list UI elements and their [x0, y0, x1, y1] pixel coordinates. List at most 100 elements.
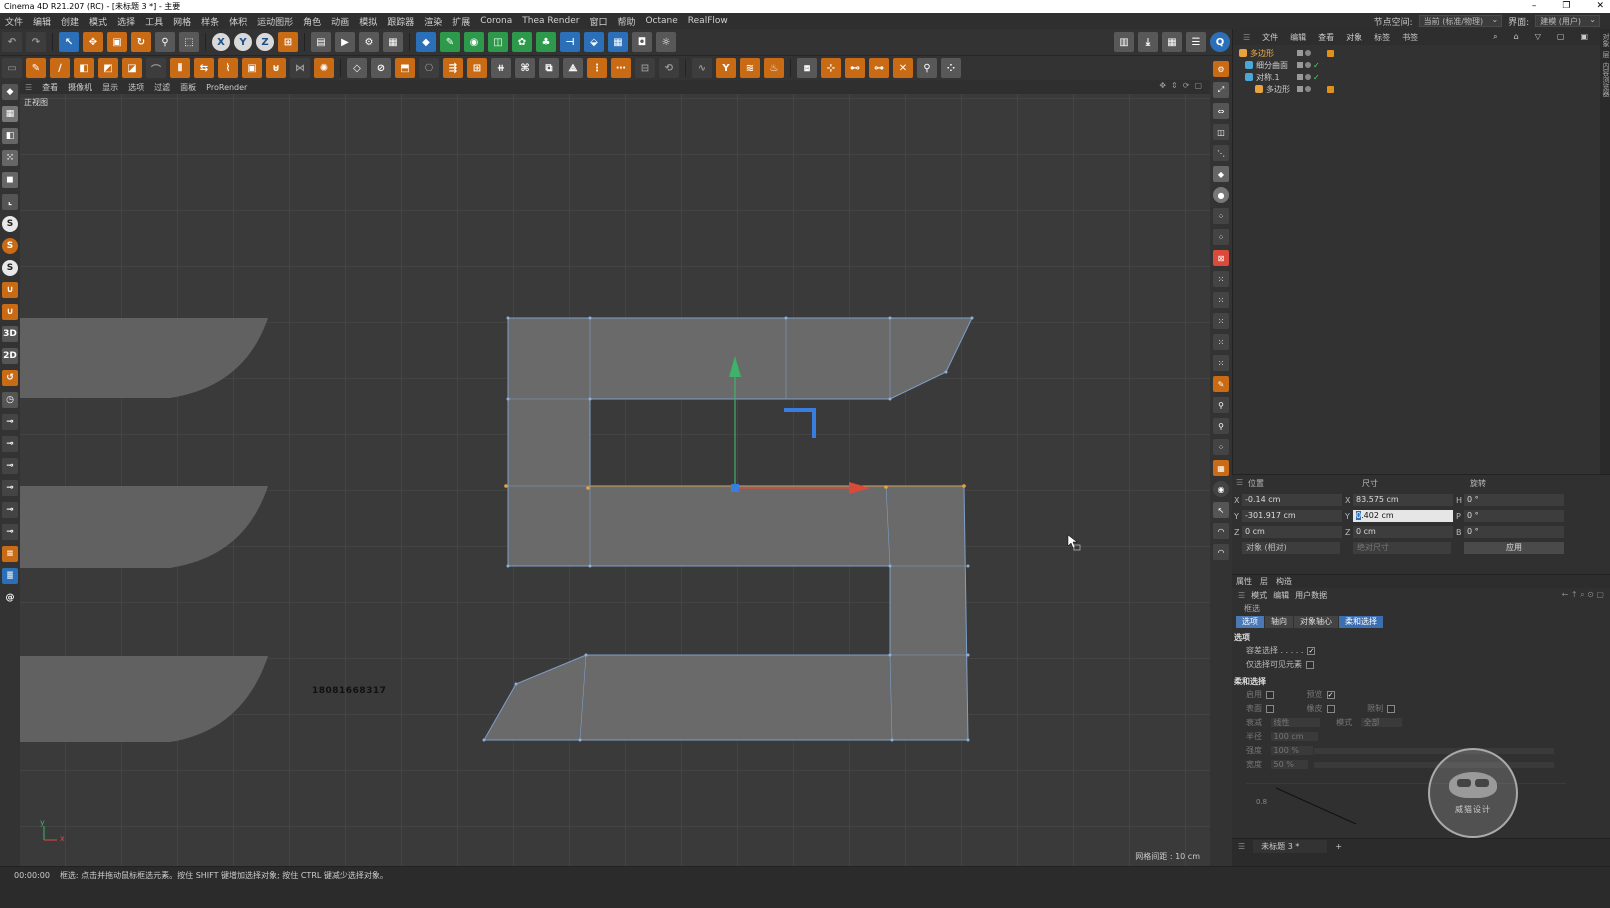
cube-icon[interactable]: ◆	[416, 32, 436, 52]
array-icon[interactable]: ◫	[488, 32, 508, 52]
width-field[interactable]: 50 %	[1270, 760, 1308, 769]
live-select-icon[interactable]: ↖	[59, 32, 79, 52]
attr-tab-structure[interactable]: 构造	[1276, 576, 1292, 587]
camera-icon[interactable]: ◘	[632, 32, 652, 52]
select-cursor-icon[interactable]: ↖	[1213, 502, 1229, 518]
soft-enable-checkbox[interactable]	[1266, 690, 1274, 699]
node-space-dropdown[interactable]: 当前 (标准/物理)	[1418, 14, 1503, 27]
pen-icon[interactable]: ✎	[440, 32, 460, 52]
smooth-icon[interactable]: ✺	[314, 58, 334, 78]
doc-tab-current[interactable]: 未标题 3 *	[1253, 840, 1328, 853]
object-row-polygon[interactable]: 多边形	[1233, 47, 1600, 59]
viewport-menu-panel[interactable]: 面板	[175, 82, 201, 93]
maximize-button[interactable]: ❐	[1562, 0, 1570, 13]
menu-tracker[interactable]: 跟踪器	[382, 15, 419, 28]
menu-realflow[interactable]: RealFlow	[683, 16, 733, 26]
coords-size-mode-dropdown[interactable]: 绝对尺寸	[1353, 542, 1451, 554]
lasso-tool-icon[interactable]: ◠	[1213, 523, 1229, 539]
menu-edit[interactable]: 编辑	[28, 15, 56, 28]
menu-simulate[interactable]: 模拟	[354, 15, 382, 28]
object-manager-menu-icon[interactable]: ☰	[1237, 33, 1256, 42]
menu-extensions[interactable]: 扩展	[447, 15, 475, 28]
size-x-field[interactable]: 83.575 cm	[1353, 494, 1453, 506]
soft-restrict-checkbox[interactable]	[1387, 704, 1396, 713]
quantize-icon[interactable]: ⁘	[941, 58, 961, 78]
scene-tool-icon[interactable]: ◫	[1213, 124, 1229, 140]
scene-icon[interactable]: ⬙	[584, 32, 604, 52]
cloner-icon[interactable]: ✿	[512, 32, 532, 52]
om-tab-tags[interactable]: 标签	[1368, 32, 1396, 43]
menu-mograph[interactable]: 运动图形	[252, 15, 298, 28]
close-hole-icon[interactable]: ⬒	[395, 58, 415, 78]
compass-icon[interactable]: ◉	[1213, 481, 1229, 497]
move-icon[interactable]: ✥	[83, 32, 103, 52]
coords-menu-icon[interactable]: ☰	[1236, 478, 1243, 487]
sphere-icon[interactable]: ●	[1213, 187, 1229, 203]
snap-point-icon[interactable]: ⊹	[821, 58, 841, 78]
soft-preview-checkbox[interactable]: ✓	[1326, 690, 1335, 699]
zoom-icon[interactable]: ⇕	[1171, 81, 1178, 90]
workplane-icon[interactable]: ⧈	[797, 58, 817, 78]
menu-thea-render[interactable]: Thea Render	[517, 16, 584, 26]
dot-grid-icon[interactable]: ⁙	[1213, 271, 1229, 287]
layout-icon[interactable]: ▥	[1114, 32, 1134, 52]
redo-icon[interactable]: ↷	[26, 32, 46, 52]
helix-icon[interactable]: @	[2, 590, 18, 606]
object-mode-icon[interactable]: ◧	[2, 128, 18, 144]
magnet-icon[interactable]: ⊍	[266, 58, 286, 78]
om-search-icon[interactable]: ⌕	[1487, 32, 1503, 42]
om-new-window-icon[interactable]: ▢	[1551, 32, 1571, 42]
menu-spline[interactable]: 样条	[196, 15, 224, 28]
weights-icon[interactable]: ⁘	[1213, 439, 1229, 455]
dissolve-icon[interactable]: ⊘	[371, 58, 391, 78]
tool-tab-axis[interactable]: 轴向	[1265, 616, 1293, 628]
mograph-icon[interactable]: ♣	[536, 32, 556, 52]
render-settings-icon[interactable]: ⚙	[359, 32, 379, 52]
array-tool-icon[interactable]: ⋮	[587, 58, 607, 78]
doc-add-button[interactable]: +	[1335, 842, 1342, 851]
snap-left-icon[interactable]: ∪	[2, 304, 18, 320]
rot-b-field[interactable]: 0 °	[1464, 526, 1564, 538]
menu-octane[interactable]: Octane	[640, 16, 682, 26]
render-view-icon[interactable]: ▶	[335, 32, 355, 52]
om-tab-bookmarks[interactable]: 书签	[1396, 32, 1424, 43]
side-tab-objects[interactable]: 对象	[1601, 33, 1610, 47]
split-icon[interactable]: ⎔	[419, 58, 439, 78]
tweak-icon[interactable]: ↺	[2, 370, 18, 386]
menu-create[interactable]: 创建	[56, 15, 84, 28]
strength-slider[interactable]	[1314, 748, 1554, 754]
weld-icon[interactable]: ⌇	[218, 58, 238, 78]
attr-mode-menu[interactable]: 模式	[1251, 590, 1267, 601]
knife-icon[interactable]: ∕	[50, 58, 70, 78]
s-tool-orange-icon[interactable]: S	[2, 238, 18, 254]
z-axis-icon[interactable]: Z	[256, 33, 274, 51]
dot-grid-2-icon[interactable]: ⁙	[1213, 292, 1229, 308]
viewport-menu-view[interactable]: 查看	[37, 82, 63, 93]
y-tool-icon[interactable]: Y	[716, 58, 736, 78]
stack-icon[interactable]: ≣	[2, 568, 18, 584]
attr-nav-icons[interactable]: ← ↑ ⌕ ⊙ ▢	[1562, 590, 1610, 600]
align-icon[interactable]: ⊞	[467, 58, 487, 78]
object-row-subdivision[interactable]: 细分曲面 ✓	[1233, 59, 1600, 71]
interface-dropdown[interactable]: 建模 (用户)	[1535, 14, 1600, 27]
fire-icon[interactable]: ♨	[764, 58, 784, 78]
x-axis-icon[interactable]: X	[212, 33, 230, 51]
attr-edit-menu[interactable]: 编辑	[1273, 590, 1289, 601]
size-y-field[interactable]: 0.402 cm	[1353, 510, 1453, 522]
make-editable-icon[interactable]: ◆	[2, 84, 18, 100]
om-tab-file[interactable]: 文件	[1256, 32, 1284, 43]
hair-icon[interactable]: ≋	[740, 58, 760, 78]
subdivide-icon[interactable]: ⧉	[539, 58, 559, 78]
strength-field[interactable]: 100 %	[1270, 746, 1313, 755]
y-axis-icon[interactable]: Y	[234, 33, 252, 51]
slide-icon[interactable]: ⇆	[194, 58, 214, 78]
magnet-left-icon[interactable]: ∪	[2, 282, 18, 298]
grid-icon[interactable]: ▦	[1162, 32, 1182, 52]
disconnect-icon[interactable]: ⊟	[635, 58, 655, 78]
viewport-menu-prorender[interactable]: ProRender	[201, 83, 252, 92]
minimize-button[interactable]: –	[1532, 0, 1537, 13]
stitch-icon[interactable]: ▣	[242, 58, 262, 78]
recent-tools-icon[interactable]: ⚲	[155, 32, 175, 52]
viewport-menu-camera[interactable]: 摄像机	[63, 82, 97, 93]
side-tab-layers[interactable]: 层	[1601, 51, 1610, 58]
